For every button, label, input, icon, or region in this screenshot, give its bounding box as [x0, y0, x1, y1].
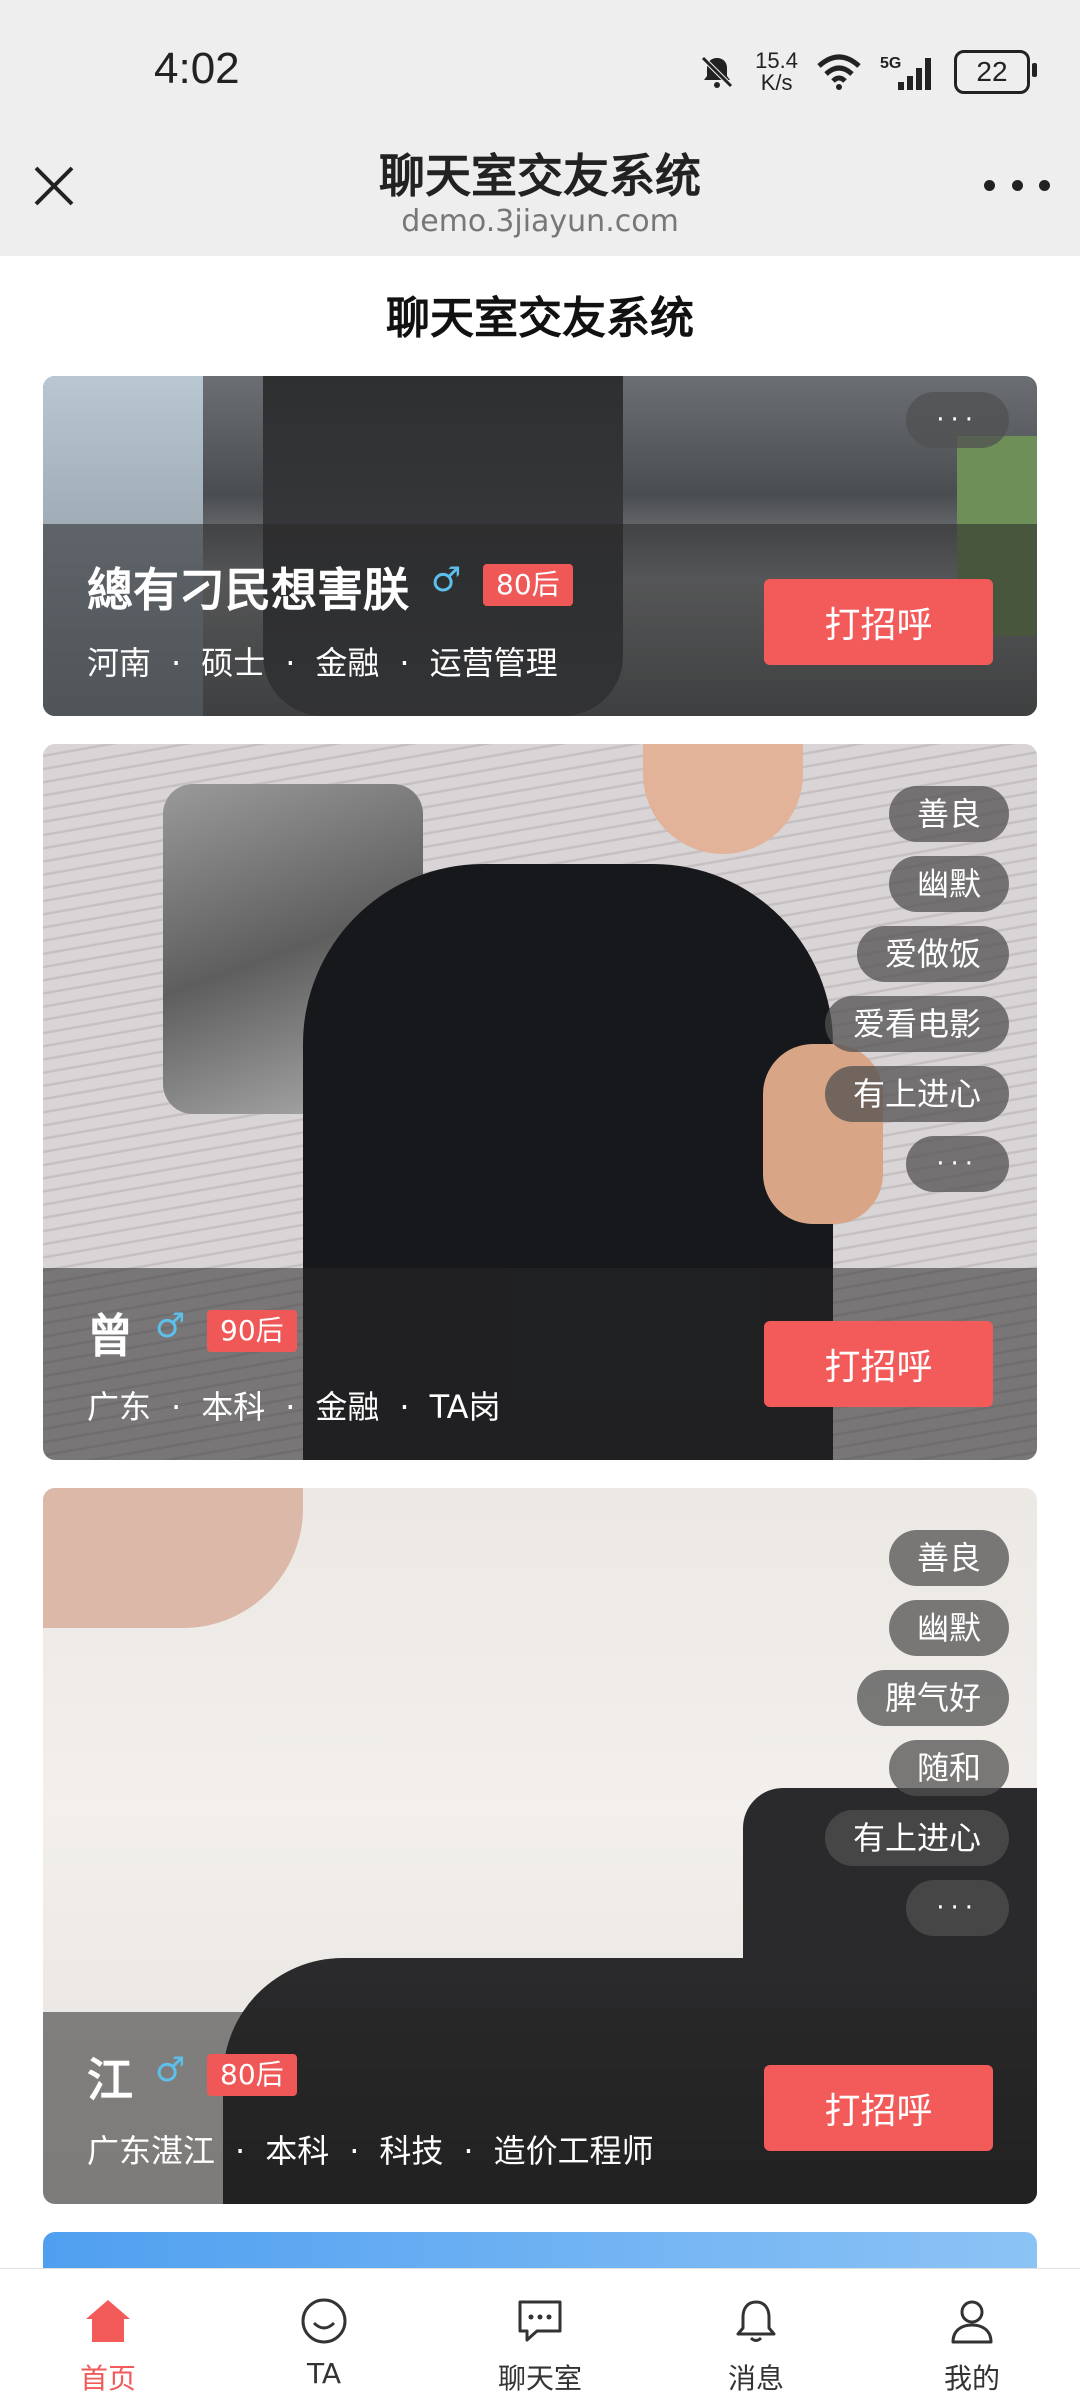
nav-label: 首页	[79, 2362, 136, 2395]
profile-info: 江 ♂ 80后 广东湛江 · 本科 · 科技 · 造价工程师 打招呼	[43, 2012, 1037, 2204]
tag-list: ···	[906, 392, 1009, 448]
more-tags-button[interactable]: ···	[906, 1136, 1009, 1192]
tag-list: 善良 幽默 脾气好 随和 有上进心 ···	[824, 1530, 1009, 1936]
profile-card[interactable]: 善良 幽默 脾气好 随和 有上进心 ··· 江 ♂ 80后 广东湛江 · 本科 · 科技…	[43, 1488, 1037, 2204]
profile-name: 總有刁民想害朕	[87, 563, 409, 617]
profile-card[interactable]: ··· 總有刁民想害朕 ♂ 80后 河南 · 硕士 · 金融 · 运营管理 打招呼	[43, 376, 1037, 716]
page-title: 聊天室交友系统	[379, 149, 701, 203]
nav-item-home[interactable]: 首页	[0, 2269, 216, 2401]
tag-item: 爱看电影	[824, 996, 1009, 1052]
tag-list: 善良 幽默 爱做饭 爱看电影 有上进心 ···	[824, 786, 1009, 1192]
network-speed: 15.4 K/s	[755, 48, 798, 95]
male-icon: ♂	[155, 2050, 186, 2090]
nav-label: 消息	[727, 2362, 784, 2395]
age-badge: 90后	[207, 1310, 297, 1352]
user-icon	[951, 2300, 993, 2344]
browser-header: 4:02 15.4 K/s 5G 22 聊天室交友系统 demo.3jiayun…	[0, 0, 1080, 256]
app-title: 聊天室交友系统	[386, 293, 694, 344]
nav-label: 我的	[943, 2362, 1000, 2395]
mute-bell-icon	[701, 56, 733, 88]
greet-button[interactable]: 打招呼	[764, 2065, 993, 2151]
greet-button[interactable]: 打招呼	[764, 1321, 993, 1407]
status-icons: 15.4 K/s 5G 22	[697, 46, 1037, 98]
tag-item: 随和	[888, 1740, 1009, 1796]
chat-icon	[518, 2300, 562, 2342]
male-icon: ♂	[155, 1306, 186, 1346]
tag-item: 善良	[888, 786, 1009, 842]
male-icon: ♂	[431, 560, 462, 600]
profile-details: 河南 · 硕士 · 金融 · 运营管理	[87, 644, 558, 682]
greet-button[interactable]: 打招呼	[764, 579, 993, 665]
nav-item-chatroom[interactable]: 聊天室	[432, 2269, 648, 2401]
nav-label: TA	[306, 2357, 342, 2390]
nav-item-ta[interactable]: TA	[216, 2269, 432, 2401]
more-tags-button[interactable]: ···	[906, 1880, 1009, 1936]
status-time: 4:02	[154, 44, 240, 93]
more-tags-button[interactable]: ···	[906, 392, 1009, 448]
profile-name: 曾	[87, 1309, 133, 1363]
age-badge: 80后	[483, 564, 573, 606]
nav-item-me[interactable]: 我的	[864, 2269, 1080, 2401]
nav-label: 聊天室	[497, 2362, 582, 2395]
cell-signal-icon: 5G	[880, 55, 931, 90]
profile-name: 江	[87, 2053, 133, 2107]
profile-details: 广东 · 本科 · 金融 · TA岗	[87, 1388, 501, 1426]
wifi-icon	[817, 54, 861, 90]
tag-item: 善良	[888, 1530, 1009, 1586]
svg-text:5G: 5G	[880, 55, 901, 72]
tag-item: 脾气好	[856, 1670, 1009, 1726]
more-options-icon[interactable]	[984, 170, 1050, 200]
nav-item-messages[interactable]: 消息	[648, 2269, 864, 2401]
tag-item: 有上进心	[824, 1066, 1009, 1122]
tag-item: 幽默	[888, 1600, 1009, 1656]
profile-card[interactable]: 善良 幽默 爱做饭 爱看电影 有上进心 ··· 曾 ♂ 90后 广东 · 本科 · 金融…	[43, 744, 1037, 1460]
battery-indicator: 22	[954, 50, 1037, 94]
profile-info: 曾 ♂ 90后 广东 · 本科 · 金融 · TA岗 打招呼	[43, 1268, 1037, 1460]
profile-info: 總有刁民想害朕 ♂ 80后 河南 · 硕士 · 金融 · 运营管理 打招呼	[43, 524, 1037, 716]
profile-details: 广东湛江 · 本科 · 科技 · 造价工程师	[87, 2132, 654, 2170]
age-badge: 80后	[207, 2054, 297, 2096]
bottom-nav: 首页 TA 聊天室 消息 我的	[0, 2268, 1080, 2401]
tag-item: 爱做饭	[856, 926, 1009, 982]
profile-card[interactable]	[43, 2232, 1037, 2268]
page-url: demo.3jiayun.com	[401, 204, 679, 239]
smile-icon	[301, 2298, 347, 2344]
bell-icon	[736, 2300, 776, 2342]
home-icon	[86, 2300, 130, 2342]
tag-item: 幽默	[888, 856, 1009, 912]
tag-item: 有上进心	[824, 1810, 1009, 1866]
